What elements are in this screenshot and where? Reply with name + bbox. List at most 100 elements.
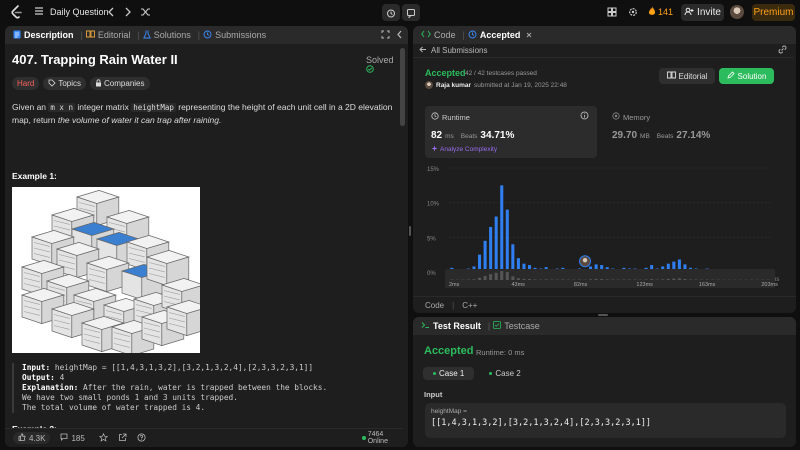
tab-divider: | <box>80 30 83 40</box>
case-1-tab[interactable]: Case 1 <box>423 367 475 380</box>
overview-bar <box>489 274 493 280</box>
code-tab[interactable]: Code <box>425 301 444 310</box>
help-icon[interactable] <box>137 433 146 444</box>
vertical-resize-handle[interactable] <box>409 226 411 236</box>
problem-title: 407. Trapping Rain Water II <box>12 52 178 67</box>
link-icon[interactable] <box>778 45 787 56</box>
tab-description-label: Description <box>24 30 74 40</box>
y-tick-label: 10% <box>427 202 440 208</box>
test-result-tabs: Test Result | Testcase <box>413 317 796 335</box>
explanation-text: The total volume of water trapped is 4. <box>22 403 206 412</box>
comments-count: 185 <box>71 433 85 443</box>
companies-chip[interactable]: Companies <box>90 77 150 90</box>
like-button[interactable]: 4.3K <box>13 432 51 444</box>
history-icon <box>468 30 477 41</box>
input-variable-name: heightMap = <box>431 408 467 415</box>
overview-bar <box>478 277 482 280</box>
tab-editorial[interactable]: Editorial <box>85 30 130 40</box>
memory-beats-label: Beats <box>656 133 674 140</box>
overview-bar <box>511 276 515 280</box>
maximize-icon[interactable] <box>381 30 390 41</box>
submitter-avatar <box>425 81 433 89</box>
description-icon <box>13 30 21 41</box>
tab-test-result[interactable]: Test Result <box>421 321 481 331</box>
shuffle-icon[interactable] <box>140 4 151 20</box>
terminal-icon <box>421 321 430 331</box>
runtime-card[interactable]: Runtime 82 ms Beats 34.71% Analyze Compl… <box>425 106 597 158</box>
test-runtime: Runtime: 0 ms <box>476 348 525 357</box>
analyze-complexity-link[interactable]: Analyze Complexity <box>431 145 591 154</box>
tab-accepted-label: Accepted <box>479 30 521 40</box>
memory-label: Memory <box>623 112 651 122</box>
description-panel: Description | Editorial | Solutions | Su… <box>5 26 408 447</box>
share-icon[interactable] <box>118 433 127 444</box>
tab-divider: | <box>452 300 455 310</box>
explanation-text: After the rain, water is trapped between… <box>83 383 328 392</box>
layout-icon[interactable] <box>607 4 617 20</box>
test-result-status: Accepted <box>424 345 474 357</box>
overview-tick-label: 82ms <box>574 282 588 288</box>
tab-accepted[interactable]: Accepted <box>468 30 533 41</box>
submitter-name[interactable]: Raja kumar <box>436 82 471 89</box>
settings-gear-icon[interactable] <box>628 4 638 20</box>
clock-icon <box>431 111 439 123</box>
tab-testcase[interactable]: Testcase <box>493 321 540 331</box>
comments-button[interactable]: 185 <box>60 433 85 443</box>
case-2-tab[interactable]: Case 2 <box>479 367 530 380</box>
memory-card[interactable]: Memory 29.70 MB Beats 27.14% <box>606 106 778 158</box>
topics-label: Topics <box>58 79 82 88</box>
timer-icon[interactable] <box>382 4 400 21</box>
example-input-line: Input: heightMap = [[1,4,3,1,3,2],[3,2,1… <box>22 363 397 373</box>
premium-button[interactable]: Premium <box>752 4 795 21</box>
desc-code: m x n <box>48 103 75 112</box>
overview-bar <box>683 279 687 280</box>
language-tab[interactable]: C++ <box>462 301 477 310</box>
runtime-bar <box>489 226 493 272</box>
notes-icon[interactable] <box>402 4 420 21</box>
fire-icon <box>648 6 656 19</box>
submission-panel: Code | Accepted All Submissions Accepted… <box>413 26 796 313</box>
tab-submissions-label: Submissions <box>215 30 267 40</box>
top-bar: Daily Question 141 Invite Premium <box>0 0 800 25</box>
collapse-icon[interactable] <box>396 30 403 41</box>
overview-tick-label: 43ms <box>511 282 525 288</box>
invite-button[interactable]: Invite <box>681 4 724 21</box>
tab-divider: | <box>487 321 491 331</box>
prev-problem-icon[interactable] <box>107 4 115 20</box>
solution-button[interactable]: Solution <box>719 68 774 84</box>
leetcode-logo-icon[interactable] <box>10 5 24 19</box>
horizontal-resize-handle[interactable] <box>598 314 608 316</box>
runtime-distribution-svg: 15%10%5%0%2ms42ms82ms123ms163ms203ms2ms4… <box>427 167 779 288</box>
example-explanation-line: Explanation: After the rain, water is tr… <box>22 383 397 393</box>
user-avatar[interactable] <box>730 5 744 19</box>
runtime-distribution-chart[interactable]: 15%10%5%0%2ms42ms82ms123ms163ms203ms2ms4… <box>425 160 780 288</box>
input-display[interactable]: heightMap = [[1,4,3,1,3,2],[3,2,1,3,2,4]… <box>425 403 786 438</box>
example-1-box: Input: heightMap = [[1,4,3,1,3,2],[3,2,1… <box>12 363 397 413</box>
overview-bar <box>661 279 665 280</box>
tab-code[interactable]: Code <box>421 30 456 40</box>
input-heading: Input <box>424 390 443 399</box>
star-icon[interactable] <box>98 432 109 444</box>
overview-bar <box>589 279 593 280</box>
tab-divider: | <box>462 30 465 40</box>
chart-overview-track <box>445 269 775 288</box>
info-icon[interactable] <box>580 111 589 123</box>
overview-bar <box>505 271 509 280</box>
streak-counter[interactable]: 141 <box>648 4 673 20</box>
topics-chip[interactable]: Topics <box>43 77 87 90</box>
all-submissions-bar[interactable]: All Submissions <box>413 44 794 58</box>
tab-description[interactable]: Description <box>13 30 74 41</box>
overview-bar <box>650 279 654 280</box>
tab-submissions[interactable]: Submissions <box>203 30 266 41</box>
next-problem-icon[interactable] <box>124 4 132 20</box>
explanation-label: Explanation: <box>22 383 79 392</box>
problem-list-button[interactable]: Daily Question <box>34 4 109 20</box>
editorial-button[interactable]: Editorial <box>659 68 715 84</box>
tab-test-result-label: Test Result <box>433 321 481 331</box>
submission-tabs: Code | Accepted <box>413 26 796 44</box>
runtime-bar <box>505 209 509 272</box>
description-tabs: Description | Editorial | Solutions | Su… <box>5 26 408 44</box>
close-tab-icon[interactable] <box>526 30 532 40</box>
description-scrollbar[interactable] <box>400 48 405 126</box>
tab-solutions[interactable]: Solutions <box>142 30 191 41</box>
